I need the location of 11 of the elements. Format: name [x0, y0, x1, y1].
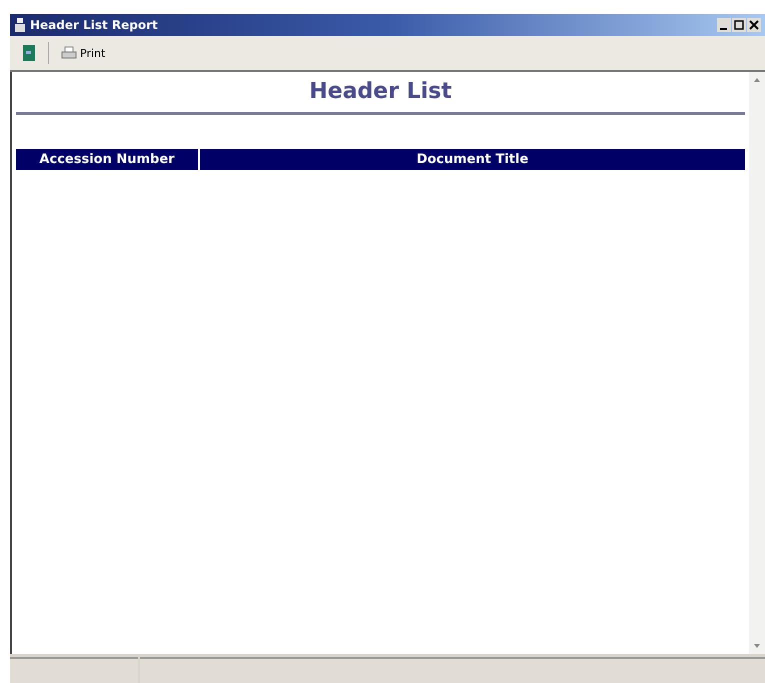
maximize-icon[interactable] — [732, 18, 746, 32]
column-header: Accession Number — [16, 149, 198, 170]
close-icon[interactable] — [747, 18, 761, 32]
window-title: Header List Report — [30, 18, 159, 32]
book-icon — [22, 44, 36, 62]
report-title: Header List — [308, 78, 453, 106]
print-button[interactable]: Print — [57, 44, 110, 62]
printer-icon — [61, 46, 77, 60]
window-icon — [14, 18, 26, 32]
minimize-icon[interactable] — [717, 18, 731, 32]
column-header: Document Title — [200, 149, 745, 170]
